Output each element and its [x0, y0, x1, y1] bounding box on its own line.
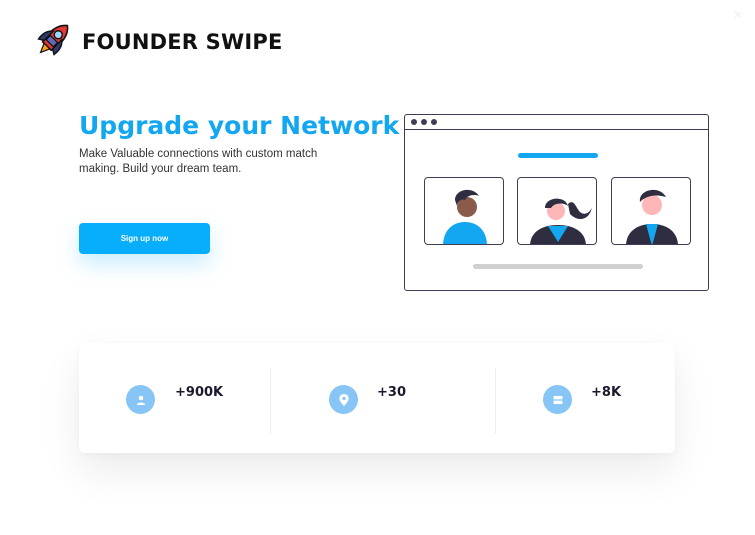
- hero-title: Upgrade your Network: [79, 111, 400, 140]
- brand-logo[interactable]: FOUNDER SWIPE: [32, 18, 283, 65]
- sign-up-button[interactable]: Sign up now: [79, 223, 210, 254]
- person-woman-icon: [530, 198, 592, 244]
- server-icon: [543, 385, 572, 414]
- stat-value: +30: [377, 385, 406, 400]
- stat-value: +900K: [175, 385, 224, 400]
- browser-titlebar: [405, 115, 708, 130]
- location-pin-icon: [329, 385, 358, 414]
- window-dot-icon: [411, 119, 417, 125]
- stat-locations: +30: [271, 343, 495, 453]
- brand-name: FOUNDER SWIPE: [82, 29, 283, 54]
- footer-placeholder-bar: [473, 264, 643, 269]
- window-dot-icon: [431, 119, 437, 125]
- hero-subtitle: Make Valuable connections with custom ma…: [79, 148, 318, 175]
- header-placeholder-bar: [518, 153, 598, 158]
- stat-users: +900K: [79, 343, 270, 453]
- participant-card: [424, 177, 504, 245]
- participant-card: [517, 177, 597, 245]
- user-icon: [126, 385, 155, 414]
- person-man-icon: [626, 189, 678, 244]
- window-dot-icon: [421, 119, 427, 125]
- close-icon[interactable]: ✕: [733, 8, 743, 22]
- person-man-icon: [443, 189, 487, 244]
- stat-value: +8K: [591, 385, 622, 400]
- stat-servers: +8K: [496, 343, 675, 453]
- stats-panel: +900K +30 +8K: [79, 343, 675, 453]
- rocket-icon: [32, 18, 76, 65]
- video-call-illustration: [404, 114, 709, 291]
- participant-card: [611, 177, 691, 245]
